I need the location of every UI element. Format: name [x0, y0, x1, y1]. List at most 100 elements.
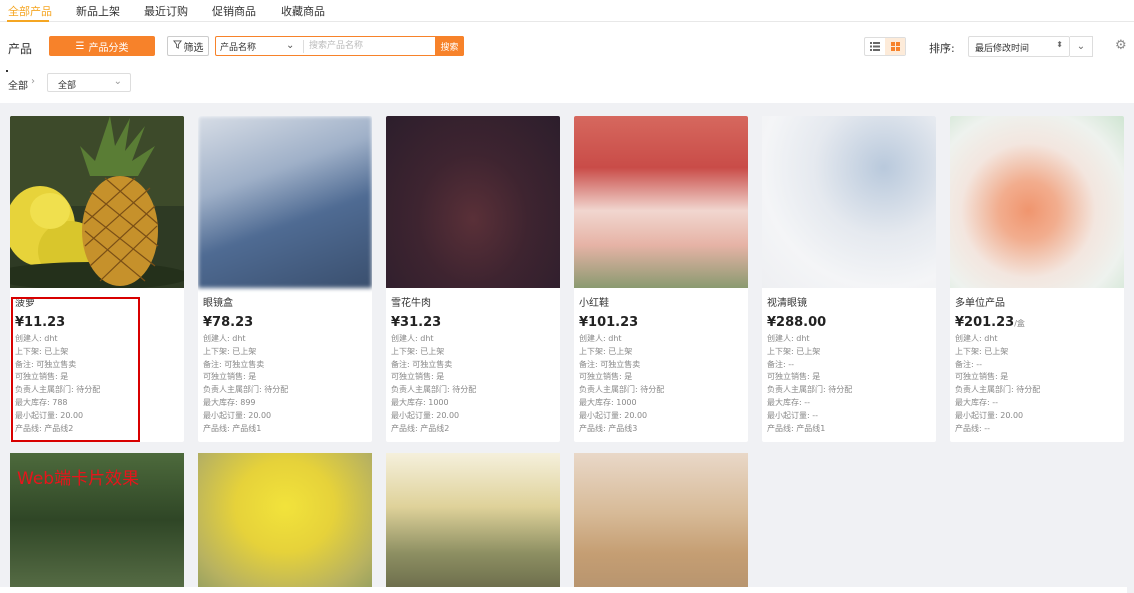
product-attr: 最大库存: 1000: [391, 397, 449, 407]
product-price: ¥31.23: [391, 315, 442, 330]
view-toggle: [864, 37, 906, 56]
product-attr: 负责人主属部门: 待分配: [767, 385, 853, 395]
product-attr: 最小起订量: 20.00: [15, 410, 84, 420]
product-attr: 备注: --: [767, 359, 795, 369]
product-name[interactable]: 雪花牛肉: [391, 298, 556, 312]
product-attr: 最小起订量: 20.00: [955, 410, 1024, 420]
sort-dropdown-chevron-icon[interactable]: ⌄: [1070, 36, 1093, 57]
product-attr: 负责人主属部门: 待分配: [955, 385, 1041, 395]
product-price: ¥11.23: [15, 315, 66, 330]
product-attr: 创建人: dht: [203, 334, 246, 343]
product-attr: 可独立销售: 是: [955, 372, 1009, 382]
product-attr: 最大库存: 899: [203, 397, 256, 407]
sort-label: 排序:: [929, 42, 955, 55]
annotation-label: Web端卡片效果: [17, 469, 140, 489]
product-image[interactable]: [10, 116, 184, 288]
product-name[interactable]: 菠萝: [15, 298, 180, 312]
search-input[interactable]: [309, 39, 434, 53]
category-button[interactable]: ☰ 产品分类: [49, 36, 155, 56]
sort-select[interactable]: 最后修改时间 ⬍: [968, 36, 1070, 57]
product-attr: 产品线: 产品线1: [203, 423, 262, 433]
product-card[interactable]: 眼镜盒 ¥78.23 创建人: dht 上下架: 已上架 备注: 可独立售卖 可…: [198, 116, 372, 442]
product-attr: 产品线: --: [955, 423, 991, 433]
chevron-down-icon: ⌄: [113, 76, 122, 87]
product-card[interactable]: 多单位产品 ¥201.23/盒 创建人: dht 上下架: 已上架 备注: --…: [950, 116, 1124, 442]
product-image-row2[interactable]: [574, 453, 748, 587]
product-price: ¥78.23: [203, 315, 254, 330]
product-image[interactable]: [574, 116, 748, 288]
product-attr: 创建人: dht: [15, 334, 58, 343]
product-attr: 备注: 可独立售卖: [579, 359, 641, 369]
filter-button[interactable]: 筛选: [167, 36, 209, 56]
product-card[interactable]: 菠萝 ¥11.23 创建人: dht 上下架: 已上架 备注: 可独立售卖 可独…: [10, 116, 184, 442]
chevron-down-icon[interactable]: ⌄: [286, 40, 294, 51]
product-attr: 最小起订量: --: [767, 410, 819, 420]
product-image[interactable]: [950, 116, 1124, 288]
category-select-value: 全部: [58, 81, 77, 91]
product-attr: 上下架: 已上架: [391, 346, 445, 356]
product-card[interactable]: 雪花牛肉 ¥31.23 创建人: dht 上下架: 已上架 备注: 可独立售卖 …: [386, 116, 560, 442]
tab-all-products[interactable]: 全部产品: [8, 3, 52, 19]
tab-promotions[interactable]: 促销商品: [212, 3, 256, 19]
product-attr: 最大库存: --: [955, 397, 999, 407]
list-view-icon[interactable]: [865, 38, 885, 55]
filter-icon: [172, 40, 182, 52]
product-image-row2[interactable]: [198, 453, 372, 587]
search-divider: [303, 40, 304, 53]
product-attr: 最小起订量: 20.00: [391, 410, 460, 420]
product-image[interactable]: [386, 116, 560, 288]
product-card[interactable]: 视清眼镜 ¥288.00 创建人: dht 上下架: 已上架 备注: -- 可独…: [762, 116, 936, 442]
breadcrumb-dot: [6, 70, 8, 72]
product-attr: 产品线: 产品线1: [767, 423, 826, 433]
tab-bar: 全部产品 新品上架 最近订购 促销商品 收藏商品: [0, 0, 1134, 22]
product-attr: 负责人主属部门: 待分配: [391, 385, 477, 395]
product-name[interactable]: 视清眼镜: [767, 298, 932, 312]
category-select[interactable]: 全部 ⌄: [47, 73, 131, 92]
search-button[interactable]: 搜索: [435, 36, 464, 56]
product-image-row2[interactable]: [386, 453, 560, 587]
gear-icon[interactable]: ⚙: [1115, 38, 1127, 53]
product-name[interactable]: 小红鞋: [579, 298, 744, 312]
product-attr: 可独立销售: 是: [579, 372, 633, 382]
product-card[interactable]: 小红鞋 ¥101.23 创建人: dht 上下架: 已上架 备注: 可独立售卖 …: [574, 116, 748, 442]
scrollbar[interactable]: [1127, 103, 1134, 593]
top-panel: 全部产品 新品上架 最近订购 促销商品 收藏商品 产品 ☰ 产品分类 筛选 产品…: [0, 0, 1134, 103]
product-attr: 上下架: 已上架: [579, 346, 633, 356]
product-attr: 最大库存: --: [767, 397, 811, 407]
product-image[interactable]: [198, 116, 372, 288]
list-icon: ☰: [75, 40, 85, 52]
product-attr: 备注: 可独立售卖: [15, 359, 77, 369]
sort-order-icon[interactable]: ⬍: [1056, 40, 1063, 49]
search-bar: 产品名称 ⌄ 搜索: [215, 36, 464, 56]
product-label: 产品: [8, 42, 33, 56]
breadcrumb-separator: ›: [31, 76, 35, 87]
sort-select-value: 最后修改时间: [975, 44, 1030, 54]
product-attr: 可独立销售: 是: [767, 372, 821, 382]
tab-new-products[interactable]: 新品上架: [76, 3, 120, 19]
product-attr: 创建人: dht: [391, 334, 434, 343]
product-attr: 最小起订量: 20.00: [203, 410, 272, 420]
product-attr: 创建人: dht: [955, 334, 998, 343]
product-attr: 备注: 可独立售卖: [391, 359, 453, 369]
breadcrumb-root[interactable]: 全部: [8, 77, 28, 92]
product-attr: 创建人: dht: [579, 334, 622, 343]
grid-view-icon[interactable]: [885, 38, 905, 55]
tab-favorites[interactable]: 收藏商品: [281, 3, 325, 19]
product-attr: 上下架: 已上架: [15, 346, 69, 356]
product-attr: 负责人主属部门: 待分配: [203, 385, 289, 395]
product-attr: 备注: 可独立售卖: [203, 359, 265, 369]
product-attr: 备注: --: [955, 359, 983, 369]
product-attr: 可独立销售: 是: [391, 372, 445, 382]
tab-recent-orders[interactable]: 最近订购: [144, 3, 188, 19]
product-attr: 上下架: 已上架: [203, 346, 257, 356]
search-field-select[interactable]: 产品名称: [220, 40, 256, 53]
product-image[interactable]: [762, 116, 936, 288]
product-attr: 最大库存: 788: [15, 397, 68, 407]
product-attr: 可独立销售: 是: [15, 372, 69, 382]
active-tab-indicator: [7, 20, 49, 22]
product-name[interactable]: 眼镜盒: [203, 298, 368, 312]
category-button-label: 产品分类: [88, 42, 129, 54]
product-price: ¥201.23/盒: [955, 315, 1025, 330]
product-attr: 产品线: 产品线2: [391, 423, 450, 433]
product-name[interactable]: 多单位产品: [955, 298, 1120, 312]
